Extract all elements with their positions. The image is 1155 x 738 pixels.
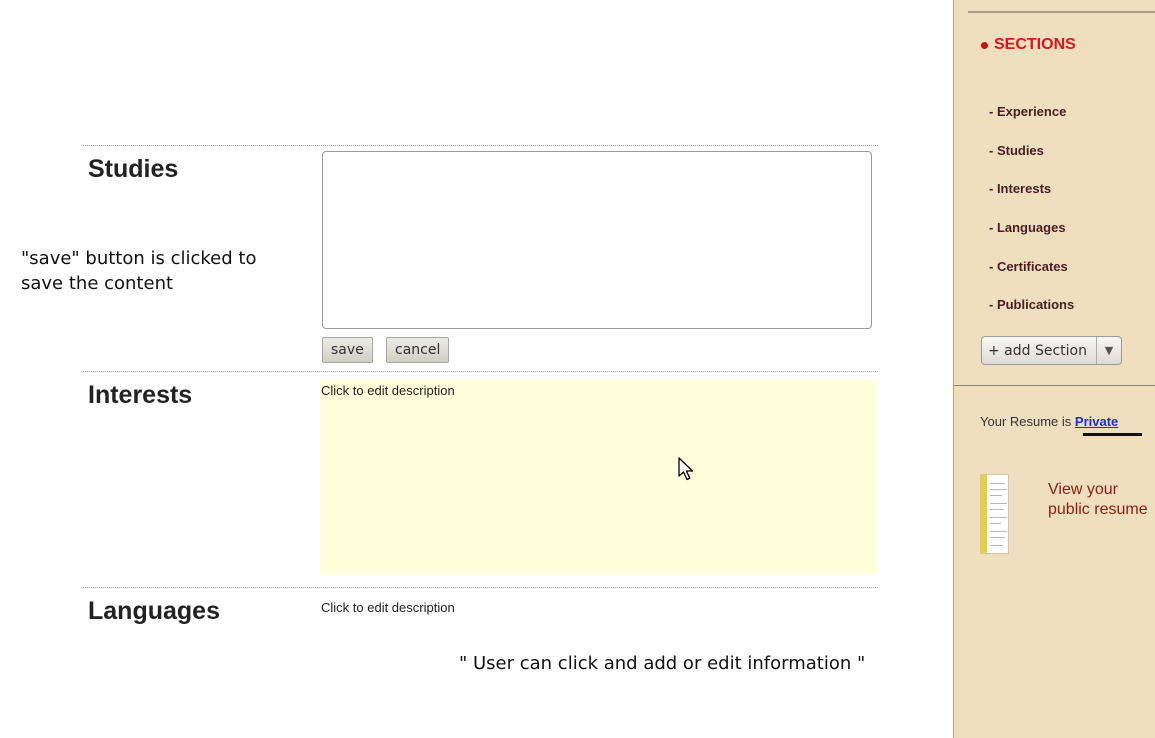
sidebar-item-languages[interactable]: - Languages bbox=[989, 220, 1066, 235]
thumbnail-line bbox=[990, 509, 1004, 510]
languages-description-area[interactable]: Click to edit description bbox=[320, 597, 877, 621]
thumbnail-line bbox=[990, 483, 1005, 484]
thumbnail-line bbox=[990, 503, 1007, 504]
view-public-line: View your bbox=[1048, 481, 1118, 498]
studies-description-input[interactable] bbox=[322, 151, 872, 329]
privacy-label: Your Resume is bbox=[980, 414, 1075, 429]
thumbnail-line bbox=[990, 495, 1002, 496]
thumbnail-line bbox=[990, 531, 1007, 532]
view-public-line: public resume bbox=[1048, 501, 1148, 518]
add-section-dropdown[interactable]: + add Section ▼ bbox=[981, 336, 1122, 365]
sections-heading: SECTIONS bbox=[981, 36, 1076, 54]
edit-annotation: " User can click and add or edit informa… bbox=[459, 653, 866, 674]
thumbnail-line bbox=[990, 517, 1007, 518]
thumbnail-line bbox=[990, 523, 1001, 524]
save-annotation-line: save the content bbox=[21, 273, 174, 294]
section-divider bbox=[83, 371, 878, 372]
section-title-interests: Interests bbox=[88, 381, 193, 409]
sidebar: SECTIONS - Experience - Studies - Intere… bbox=[953, 0, 1155, 738]
sidebar-item-certificates[interactable]: - Certificates bbox=[989, 259, 1068, 274]
privacy-underline bbox=[1083, 433, 1142, 436]
save-annotation-line: "save" button is clicked to bbox=[21, 248, 257, 269]
privacy-toggle-link[interactable]: Private bbox=[1075, 414, 1118, 429]
sections-heading-label: SECTIONS bbox=[994, 36, 1076, 53]
thumbnail-line bbox=[990, 545, 1003, 546]
cancel-button[interactable]: cancel bbox=[386, 337, 450, 363]
section-title-studies: Studies bbox=[88, 155, 179, 183]
resume-thumbnail-icon[interactable] bbox=[980, 474, 1009, 554]
section-divider bbox=[83, 145, 878, 146]
section-title-languages: Languages bbox=[88, 597, 220, 625]
add-section-label: + add Section bbox=[988, 342, 1087, 359]
sidebar-divider bbox=[954, 385, 1155, 386]
privacy-status: Your Resume is Private bbox=[980, 414, 1118, 429]
save-annotation: "save" button is clicked to save the con… bbox=[21, 246, 256, 296]
thumbnail-line bbox=[990, 537, 1005, 538]
sidebar-item-experience[interactable]: - Experience bbox=[989, 104, 1066, 119]
mouse-pointer-icon bbox=[678, 457, 694, 481]
interests-description-area[interactable]: Click to edit description bbox=[320, 380, 877, 574]
sidebar-item-publications[interactable]: - Publications bbox=[989, 297, 1074, 312]
triangle-down-icon[interactable]: ▼ bbox=[1096, 337, 1121, 364]
thumbnail-stripe bbox=[981, 475, 987, 553]
section-divider bbox=[83, 587, 878, 588]
bullet-dot-icon bbox=[981, 41, 988, 49]
sidebar-item-interests[interactable]: - Interests bbox=[989, 181, 1051, 196]
save-button[interactable]: save bbox=[322, 337, 373, 363]
sidebar-top-divider bbox=[968, 11, 1155, 13]
view-public-resume-link[interactable]: View your public resume bbox=[1048, 480, 1148, 520]
sidebar-item-studies[interactable]: - Studies bbox=[989, 143, 1044, 158]
thumbnail-line bbox=[990, 489, 1007, 490]
